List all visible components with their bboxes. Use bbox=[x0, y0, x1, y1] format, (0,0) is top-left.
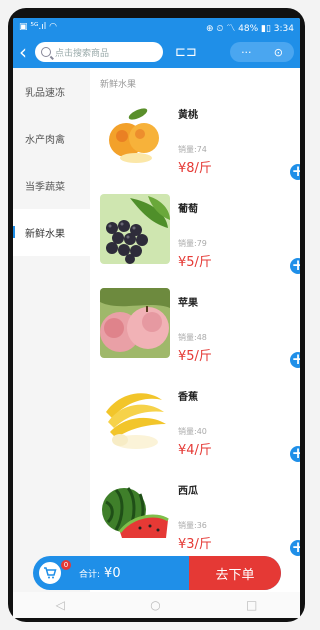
add-to-cart-button[interactable]: + bbox=[290, 446, 300, 462]
add-to-cart-button[interactable]: + bbox=[290, 258, 300, 274]
cart-total: 合计: ¥0 bbox=[79, 566, 121, 581]
product-sales: 销量:48 bbox=[178, 333, 207, 342]
sidebar-item-seasonal-vegetables[interactable]: 当季蔬菜 bbox=[13, 162, 90, 209]
nav-back-icon[interactable]: ◁ bbox=[56, 598, 65, 612]
mini-program-capsule: ··· ⊙ bbox=[230, 42, 294, 62]
system-nav-bar: ◁ ○ □ bbox=[13, 592, 300, 618]
product-card[interactable]: 香蕉 销量:40 ¥4/斤 + bbox=[100, 382, 300, 472]
nav-home-icon[interactable]: ○ bbox=[150, 598, 160, 612]
more-button[interactable]: ··· bbox=[241, 46, 252, 59]
grape-image bbox=[100, 194, 170, 264]
sidebar-item-label: 新鲜水果 bbox=[25, 229, 65, 240]
top-bar: ‹ 点击搜索商品 ⊏⊐ ··· ⊙ bbox=[13, 36, 300, 68]
total-label: 合计: bbox=[79, 570, 101, 580]
search-placeholder: 点击搜索商品 bbox=[55, 48, 110, 59]
product-sales: 销量:40 bbox=[178, 427, 207, 436]
product-price: ¥5/斤 bbox=[178, 349, 212, 364]
sidebar-item-fresh-fruit[interactable]: 新鲜水果 bbox=[13, 209, 90, 256]
apple-image bbox=[100, 288, 170, 358]
cart-icon bbox=[44, 567, 57, 579]
total-value: ¥0 bbox=[104, 566, 121, 581]
product-card[interactable]: 黄桃 销量:74 ¥8/斤 + bbox=[100, 100, 300, 190]
product-price: ¥3/斤 bbox=[178, 537, 212, 552]
sidebar-item-label: 水产肉禽 bbox=[25, 135, 65, 146]
product-price: ¥5/斤 bbox=[178, 255, 212, 270]
content-area: 乳品速冻 水产肉禽 当季蔬菜 新鲜水果 新鲜水果 黄桃 销量:74 ¥8/斤 +… bbox=[13, 68, 300, 592]
product-list: 新鲜水果 黄桃 销量:74 ¥8/斤 + 葡萄 销量:79 ¥5/斤 + 苹果 … bbox=[90, 68, 300, 592]
banana-image bbox=[100, 382, 170, 452]
sidebar-item-seafood-meat[interactable]: 水产肉禽 bbox=[13, 115, 90, 162]
cart-bar: 0 合计: ¥0 去下单 bbox=[33, 556, 281, 590]
product-name: 黄桃 bbox=[178, 110, 198, 121]
add-to-cart-button[interactable]: + bbox=[290, 164, 300, 180]
add-to-cart-button[interactable]: + bbox=[290, 540, 300, 556]
product-sales: 销量:79 bbox=[178, 239, 207, 248]
close-button[interactable]: ⊙ bbox=[274, 46, 283, 59]
product-name: 苹果 bbox=[178, 298, 198, 309]
product-card[interactable]: 葡萄 销量:79 ¥5/斤 + bbox=[100, 194, 300, 284]
search-input[interactable]: 点击搜索商品 bbox=[35, 42, 163, 62]
watermelon-image bbox=[100, 476, 170, 546]
search-icon bbox=[41, 47, 51, 57]
product-name: 葡萄 bbox=[178, 204, 198, 215]
section-title: 新鲜水果 bbox=[100, 80, 137, 90]
product-name: 西瓜 bbox=[178, 486, 198, 497]
peach-image bbox=[100, 100, 170, 170]
cart-button[interactable] bbox=[37, 560, 63, 586]
product-name: 香蕉 bbox=[178, 392, 198, 403]
nav-recent-icon[interactable]: □ bbox=[246, 598, 257, 612]
sidebar-item-dairy-frozen[interactable]: 乳品速冻 bbox=[13, 68, 90, 115]
status-right: ⊕ ⏲ 〽 48% ▮▯ 3:34 bbox=[206, 23, 294, 34]
product-sales: 销量:74 bbox=[178, 145, 207, 154]
add-to-cart-button[interactable]: + bbox=[290, 352, 300, 368]
category-sidebar: 乳品速冻 水产肉禽 当季蔬菜 新鲜水果 bbox=[13, 68, 90, 592]
product-card[interactable]: 西瓜 销量:36 ¥3/斤 + bbox=[100, 476, 300, 566]
product-sales: 销量:36 bbox=[178, 521, 207, 530]
status-bar: ▣ ⁵ᴳ.ıl ◠ ⊕ ⏲ 〽 48% ▮▯ 3:34 bbox=[13, 18, 300, 36]
product-price: ¥4/斤 bbox=[178, 443, 212, 458]
sidebar-item-label: 乳品速冻 bbox=[25, 88, 65, 99]
sidebar-item-label: 当季蔬菜 bbox=[25, 182, 65, 193]
product-price: ¥8/斤 bbox=[178, 161, 212, 176]
product-card[interactable]: 苹果 销量:48 ¥5/斤 + bbox=[100, 288, 300, 378]
checkout-button[interactable]: 去下单 bbox=[189, 556, 281, 590]
cart-count-badge: 0 bbox=[61, 560, 71, 570]
status-left: ▣ ⁵ᴳ.ıl ◠ bbox=[19, 22, 57, 32]
app-screen: ▣ ⁵ᴳ.ıl ◠ ⊕ ⏲ 〽 48% ▮▯ 3:34 ‹ 点击搜索商品 ⊏⊐ … bbox=[13, 18, 300, 618]
scan-icon[interactable]: ⊏⊐ bbox=[175, 45, 197, 60]
back-button[interactable]: ‹ bbox=[19, 42, 35, 62]
